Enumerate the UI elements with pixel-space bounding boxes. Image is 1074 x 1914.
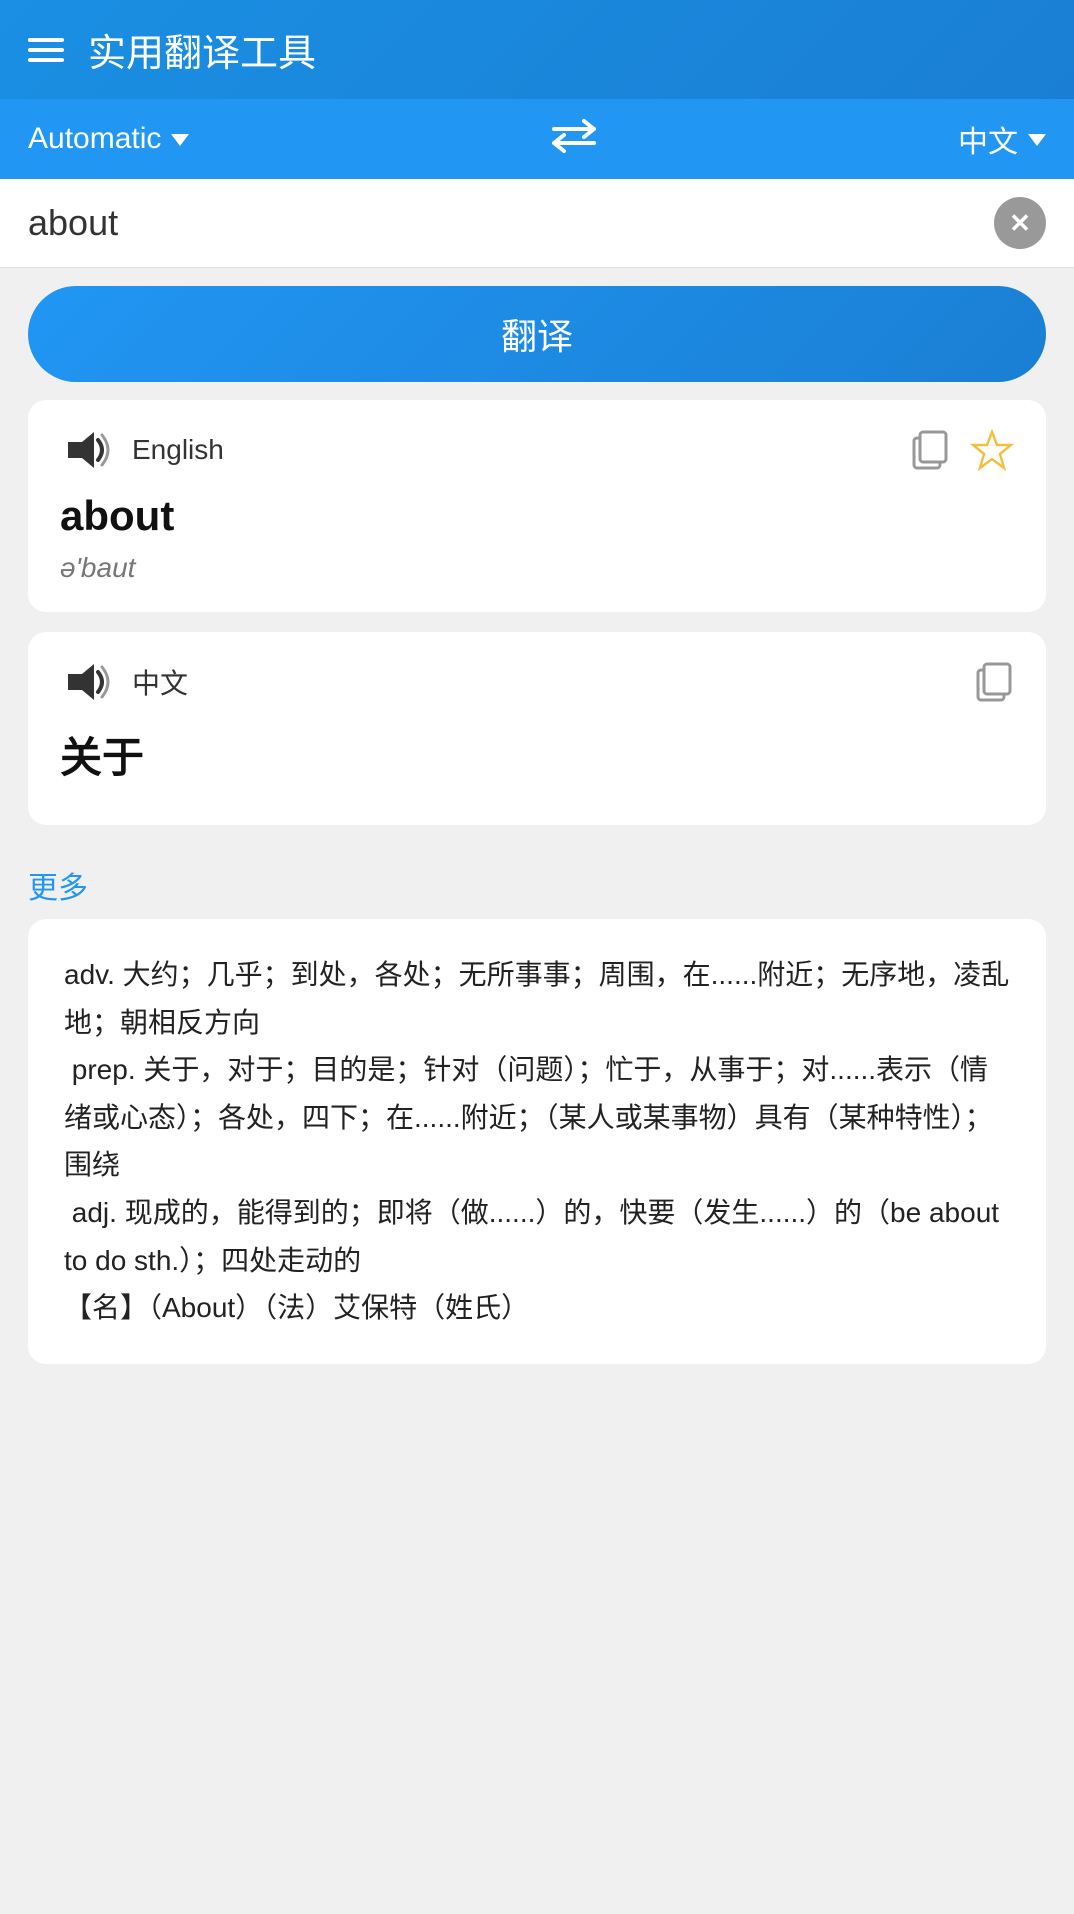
search-input[interactable]: [28, 202, 982, 244]
language-bar: Automatic 中文: [0, 99, 1074, 179]
swap-languages-button[interactable]: [548, 115, 600, 164]
translate-button-wrap: 翻译: [0, 268, 1074, 400]
target-language-selector[interactable]: 中文: [958, 117, 1046, 161]
english-phonetic: ə'baut: [60, 552, 1014, 584]
chinese-speaker-icon[interactable]: [60, 660, 114, 704]
chinese-copy-icon[interactable]: [974, 660, 1014, 704]
results-area: English about ə'baut: [0, 400, 1074, 1404]
translate-button[interactable]: 翻译: [28, 286, 1046, 382]
more-definitions-text: adv. 大约；几乎；到处，各处；无所事事；周围，在......附近；无序地，凌…: [64, 951, 1010, 1332]
source-lang-chevron-icon: [171, 134, 189, 146]
english-copy-icon[interactable]: [910, 428, 950, 472]
more-section-label: 更多: [28, 845, 1046, 919]
app-header: 实用翻译工具: [0, 0, 1074, 99]
english-result-card: English about ə'baut: [28, 400, 1046, 612]
menu-button[interactable]: [28, 38, 64, 62]
chinese-word: 关于: [60, 724, 1014, 785]
favorite-star-icon[interactable]: [970, 428, 1014, 472]
english-lang-label: English: [132, 434, 224, 466]
target-lang-chevron-icon: [1028, 134, 1046, 146]
search-area: [0, 179, 1074, 268]
english-word: about: [60, 492, 1014, 540]
source-language-selector[interactable]: Automatic: [28, 122, 189, 156]
clear-button[interactable]: [994, 197, 1046, 249]
target-language-label: 中文: [958, 117, 1018, 161]
chinese-lang-label: 中文: [132, 662, 188, 702]
english-speaker-icon[interactable]: [60, 428, 114, 472]
source-language-label: Automatic: [28, 122, 161, 156]
app-title: 实用翻译工具: [88, 22, 316, 77]
more-definitions-card: adv. 大约；几乎；到处，各处；无所事事；周围，在......附近；无序地，凌…: [28, 919, 1046, 1364]
chinese-result-card: 中文 关于: [28, 632, 1046, 825]
